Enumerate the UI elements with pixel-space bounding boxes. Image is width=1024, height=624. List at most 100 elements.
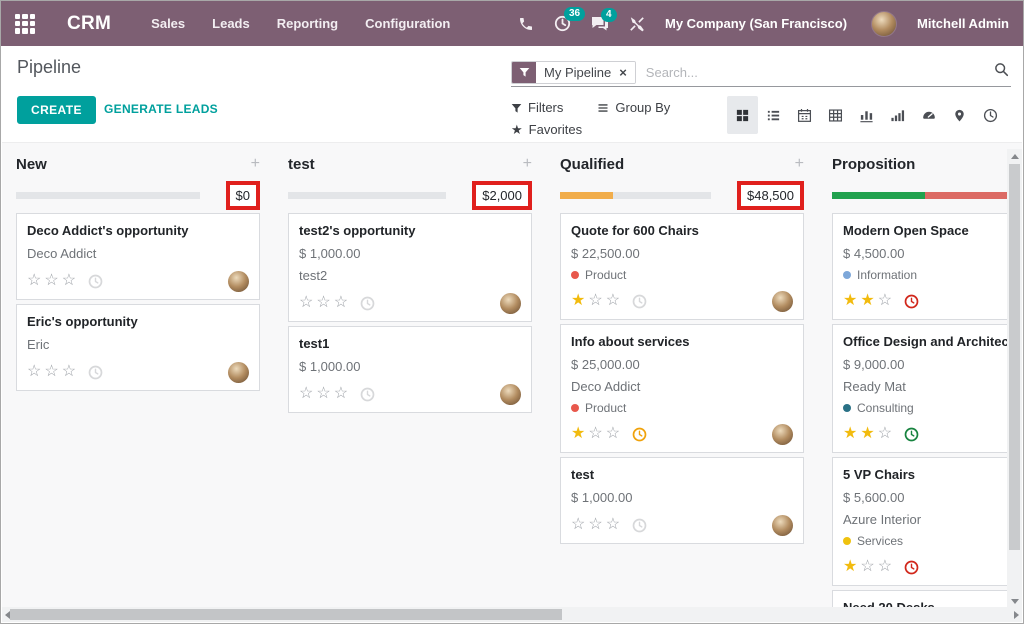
- menu-reporting[interactable]: Reporting: [277, 16, 338, 31]
- facet-remove-icon[interactable]: ×: [619, 65, 627, 80]
- star-icon[interactable]: ☆: [316, 385, 333, 402]
- star-icon[interactable]: ☆: [299, 385, 316, 402]
- column-title[interactable]: New: [16, 156, 47, 173]
- kanban-card[interactable]: Deco Addict's opportunity Deco Addict ☆☆…: [16, 213, 260, 300]
- star-icon[interactable]: ☆: [878, 558, 895, 575]
- kanban-card[interactable]: test $ 1,000.00 ☆☆☆: [560, 457, 804, 544]
- menu-leads[interactable]: Leads: [212, 16, 250, 31]
- horizontal-scrollbar[interactable]: [2, 607, 1022, 622]
- create-button[interactable]: CREATE: [17, 96, 96, 124]
- star-icon[interactable]: ★: [571, 425, 588, 442]
- column-title[interactable]: Proposition: [832, 156, 915, 173]
- column-progressbar[interactable]: [288, 192, 446, 199]
- star-icon[interactable]: ★: [843, 425, 860, 442]
- search-input[interactable]: [646, 65, 994, 80]
- star-icon[interactable]: ★: [843, 292, 860, 309]
- view-dashboard-button[interactable]: [913, 96, 944, 134]
- star-icon[interactable]: ☆: [299, 294, 316, 311]
- column-progressbar[interactable]: [560, 192, 711, 199]
- menu-sales[interactable]: Sales: [151, 16, 185, 31]
- group-by-button[interactable]: Group By: [597, 97, 670, 119]
- user-avatar[interactable]: [871, 11, 897, 37]
- column-title[interactable]: Qualified: [560, 156, 624, 173]
- star-icon[interactable]: ☆: [878, 425, 895, 442]
- activity-state-icon[interactable]: [904, 294, 919, 309]
- kanban-card[interactable]: 5 VP Chairs $ 5,600.00 Azure Interior Se…: [832, 457, 1022, 586]
- kanban-card[interactable]: test1 $ 1,000.00 ☆☆☆: [288, 326, 532, 413]
- avatar[interactable]: [500, 384, 521, 405]
- view-map-button[interactable]: [944, 96, 975, 134]
- avatar[interactable]: [228, 271, 249, 292]
- messages-icon[interactable]: 4: [591, 16, 609, 32]
- activity-state-icon[interactable]: [904, 560, 919, 575]
- view-calendar-button[interactable]: [789, 96, 820, 134]
- kanban-card[interactable]: Quote for 600 Chairs $ 22,500.00 Product…: [560, 213, 804, 320]
- view-cohort-button[interactable]: [882, 96, 913, 134]
- app-title[interactable]: CRM: [67, 13, 111, 35]
- star-icon[interactable]: ☆: [62, 272, 79, 289]
- star-icon[interactable]: ☆: [588, 516, 605, 533]
- star-icon[interactable]: ☆: [27, 363, 44, 380]
- apps-menu-icon[interactable]: [15, 14, 35, 34]
- user-name[interactable]: Mitchell Admin: [917, 16, 1009, 31]
- star-icon[interactable]: ☆: [44, 272, 61, 289]
- activity-state-icon[interactable]: [632, 294, 647, 309]
- avatar[interactable]: [772, 424, 793, 445]
- star-icon[interactable]: ☆: [860, 558, 877, 575]
- menu-configuration[interactable]: Configuration: [365, 16, 450, 31]
- star-icon[interactable]: ★: [571, 292, 588, 309]
- quick-add-icon[interactable]: +: [795, 156, 804, 172]
- star-icon[interactable]: ☆: [316, 294, 333, 311]
- activity-state-icon[interactable]: [632, 427, 647, 442]
- avatar[interactable]: [500, 293, 521, 314]
- vertical-scrollbar[interactable]: [1007, 149, 1022, 609]
- star-icon[interactable]: ☆: [606, 516, 623, 533]
- star-icon[interactable]: ☆: [334, 294, 351, 311]
- star-icon[interactable]: ☆: [571, 516, 588, 533]
- star-icon[interactable]: ☆: [27, 272, 44, 289]
- kanban-card[interactable]: Info about services $ 25,000.00 Deco Add…: [560, 324, 804, 453]
- filters-button[interactable]: Filters: [511, 97, 563, 119]
- star-icon[interactable]: ☆: [878, 292, 895, 309]
- column-progressbar[interactable]: [16, 192, 200, 199]
- company-name[interactable]: My Company (San Francisco): [665, 16, 847, 31]
- tools-icon[interactable]: [629, 16, 645, 32]
- scroll-right-arrow[interactable]: [1014, 611, 1019, 619]
- star-icon[interactable]: ☆: [588, 292, 605, 309]
- search-icon[interactable]: [994, 62, 1009, 82]
- kanban-card[interactable]: test2's opportunity $ 1,000.00 test2 ☆☆☆: [288, 213, 532, 322]
- view-kanban-button[interactable]: [727, 96, 758, 134]
- kanban-card[interactable]: Eric's opportunity Eric ☆☆☆: [16, 304, 260, 391]
- search-facet[interactable]: My Pipeline ×: [511, 61, 636, 84]
- view-graph-button[interactable]: [851, 96, 882, 134]
- activity-state-icon[interactable]: [360, 296, 375, 311]
- view-pivot-button[interactable]: [820, 96, 851, 134]
- star-icon[interactable]: ☆: [606, 292, 623, 309]
- avatar[interactable]: [772, 291, 793, 312]
- scroll-up-arrow[interactable]: [1011, 154, 1019, 159]
- star-icon[interactable]: ★: [860, 425, 877, 442]
- star-icon[interactable]: ☆: [588, 425, 605, 442]
- star-icon[interactable]: ★: [860, 292, 877, 309]
- activity-state-icon[interactable]: [88, 365, 103, 380]
- view-activity-button[interactable]: [975, 96, 1006, 134]
- generate-leads-button[interactable]: GENERATE LEADS: [104, 102, 218, 116]
- scroll-down-arrow[interactable]: [1011, 599, 1019, 604]
- kanban-card[interactable]: Modern Open Space $ 4,500.00 Information…: [832, 213, 1022, 320]
- avatar[interactable]: [772, 515, 793, 536]
- activity-state-icon[interactable]: [632, 518, 647, 533]
- star-icon[interactable]: ☆: [334, 385, 351, 402]
- quick-add-icon[interactable]: +: [523, 156, 532, 172]
- column-progressbar[interactable]: [832, 192, 1022, 199]
- star-icon[interactable]: ★: [843, 558, 860, 575]
- activity-state-icon[interactable]: [360, 387, 375, 402]
- horizontal-scroll-thumb[interactable]: [10, 609, 562, 620]
- favorites-button[interactable]: ★ Favorites: [511, 119, 582, 141]
- view-list-button[interactable]: [758, 96, 789, 134]
- activity-state-icon[interactable]: [88, 274, 103, 289]
- activities-icon[interactable]: 36: [554, 15, 571, 32]
- star-icon[interactable]: ☆: [62, 363, 79, 380]
- phone-icon[interactable]: [518, 16, 534, 32]
- kanban-card[interactable]: Office Design and Architectur $ 9,000.00…: [832, 324, 1022, 453]
- activity-state-icon[interactable]: [904, 427, 919, 442]
